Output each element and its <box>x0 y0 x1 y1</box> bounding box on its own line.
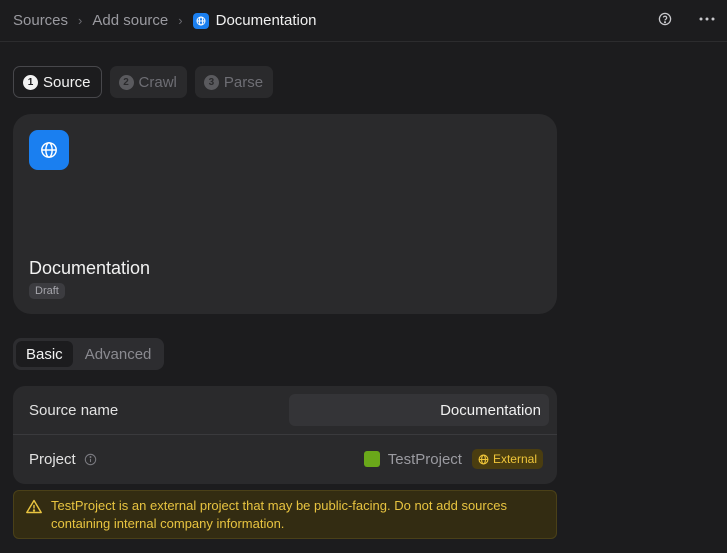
warning-banner: TestProject is an external project that … <box>13 490 557 539</box>
project-name: TestProject <box>387 450 462 468</box>
step-label: Crawl <box>138 73 177 91</box>
globe-icon <box>29 130 69 170</box>
breadcrumb-sources[interactable]: Sources <box>13 12 68 29</box>
more-horizontal-icon[interactable] <box>697 9 717 29</box>
source-form: Source name Project TestProject External <box>13 386 557 484</box>
info-icon[interactable] <box>84 453 97 466</box>
tab-advanced[interactable]: Advanced <box>75 341 162 367</box>
help-circle-icon[interactable] <box>655 9 675 29</box>
breadcrumb-current: Documentation <box>192 12 317 29</box>
external-badge-label: External <box>492 452 537 466</box>
source-name-label: Source name <box>29 401 119 419</box>
globe-icon <box>478 454 489 464</box>
warning-text: TestProject is an external project that … <box>51 498 507 531</box>
step-parse[interactable]: 3 Parse <box>194 66 274 98</box>
step-number: 2 <box>118 74 134 90</box>
chevron-right-icon: › <box>178 13 183 28</box>
step-number: 1 <box>23 74 38 90</box>
step-source[interactable]: 1 Source <box>13 66 102 98</box>
external-badge: External <box>471 449 543 469</box>
project-row: Project TestProject External <box>13 435 557 484</box>
step-crawl[interactable]: 2 Crawl <box>109 66 187 98</box>
project-label: Project <box>29 451 76 468</box>
source-name-input[interactable] <box>289 394 549 426</box>
project-selector[interactable]: TestProject External <box>363 449 543 469</box>
breadcrumb-add-source[interactable]: Add source <box>92 12 168 29</box>
step-label: Parse <box>223 73 264 91</box>
settings-tabs: Basic Advanced <box>13 338 165 370</box>
step-label: Source <box>43 73 91 91</box>
stepper: 1 Source 2 Crawl 3 Parse <box>13 66 274 98</box>
source-card: Documentation Draft <box>13 114 557 314</box>
warning-triangle-icon <box>26 499 42 514</box>
breadcrumb-current-label: Documentation <box>215 12 317 29</box>
globe-icon <box>192 12 209 29</box>
chevron-right-icon: › <box>78 13 83 28</box>
project-color-swatch <box>363 451 380 467</box>
tab-basic[interactable]: Basic <box>16 341 73 367</box>
status-badge: Draft <box>29 283 65 299</box>
top-bar: Sources › Add source › Documentation <box>0 0 727 42</box>
source-title: Documentation <box>29 258 151 278</box>
step-number: 3 <box>203 74 219 90</box>
source-name-row: Source name <box>13 386 557 435</box>
